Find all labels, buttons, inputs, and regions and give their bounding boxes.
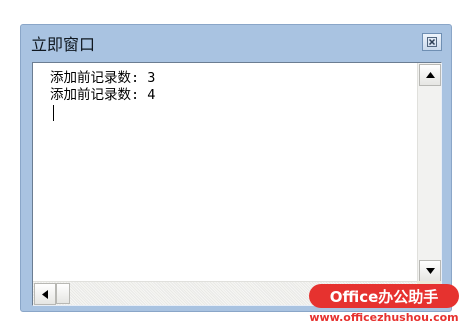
close-icon bbox=[427, 37, 437, 47]
text-caret bbox=[53, 105, 54, 121]
horizontal-scroll-thumb[interactable] bbox=[56, 283, 70, 304]
watermark-brand: Office办公助手 bbox=[329, 287, 439, 306]
scroll-up-button[interactable] bbox=[419, 64, 441, 86]
output-line: 添加前记录数: 3 bbox=[50, 70, 156, 86]
watermark-url: www.officezhushou.com bbox=[309, 311, 459, 324]
arrow-left-icon bbox=[42, 289, 48, 299]
scroll-down-button[interactable] bbox=[419, 260, 441, 282]
output-line: 添加前记录数: 4 bbox=[50, 87, 156, 103]
output-text: 添加前记录数: 3 添加前记录数: 4 bbox=[50, 70, 155, 104]
arrow-up-icon bbox=[425, 72, 435, 78]
arrow-down-icon bbox=[425, 268, 435, 274]
immediate-window: 立即窗口 添加前记录数: 3 添加前记录数: 4 bbox=[20, 24, 452, 312]
close-button[interactable] bbox=[422, 33, 442, 51]
window-title: 立即窗口 bbox=[31, 35, 96, 54]
immediate-window-editor[interactable]: 添加前记录数: 3 添加前记录数: 4 bbox=[32, 62, 442, 306]
title-bar[interactable]: 立即窗口 bbox=[21, 25, 451, 59]
scroll-left-button[interactable] bbox=[34, 283, 56, 305]
watermark-logo: Office办公助手 bbox=[309, 284, 459, 308]
vertical-scrollbar[interactable] bbox=[417, 63, 441, 283]
